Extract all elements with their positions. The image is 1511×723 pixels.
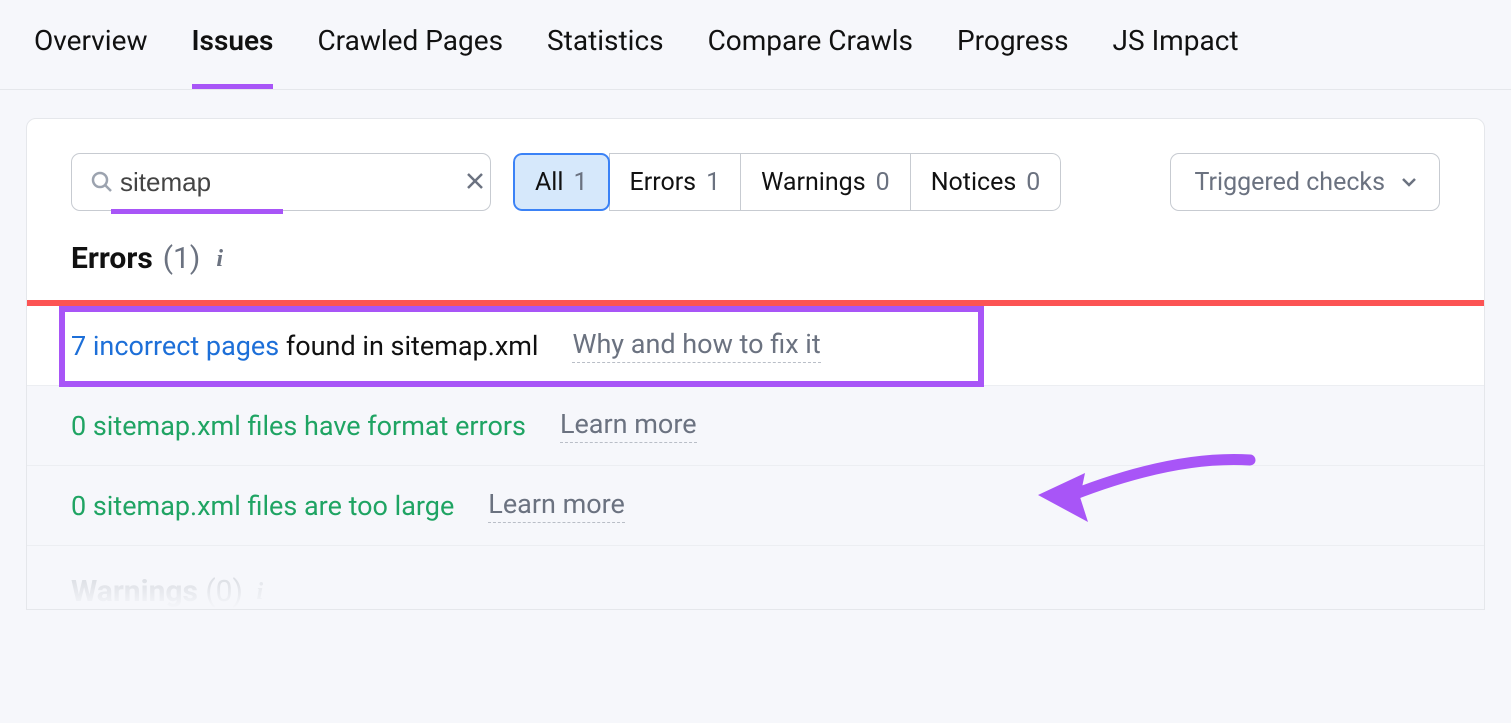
filter-notices-label: Notices bbox=[931, 168, 1017, 197]
issue-row-highlighted: 7 incorrect pages found in sitemap.xml W… bbox=[27, 306, 1484, 386]
filter-all[interactable]: All 1 bbox=[513, 153, 610, 211]
tab-crawled-pages[interactable]: Crawled Pages bbox=[317, 24, 503, 71]
tab-statistics[interactable]: Statistics bbox=[547, 24, 664, 71]
tab-issues[interactable]: Issues bbox=[192, 24, 274, 71]
search-input[interactable] bbox=[114, 167, 461, 198]
learn-more-link[interactable]: Learn more bbox=[560, 408, 697, 443]
clear-search-button[interactable] bbox=[461, 168, 489, 196]
section-title: Warnings bbox=[71, 574, 198, 609]
toolbar: All 1 Errors 1 Warnings 0 Notices 0 Trig… bbox=[27, 153, 1484, 241]
issue-text: 0 sitemap.xml files have format errors bbox=[71, 410, 526, 442]
section-title: Errors bbox=[71, 241, 153, 276]
issues-panel: All 1 Errors 1 Warnings 0 Notices 0 Trig… bbox=[26, 118, 1485, 610]
issue-link[interactable]: 7 incorrect pages bbox=[71, 330, 279, 362]
filter-errors-label: Errors bbox=[630, 168, 697, 197]
learn-more-link[interactable]: Learn more bbox=[488, 488, 625, 523]
info-icon[interactable]: i bbox=[216, 246, 223, 273]
page-bottom-fade bbox=[0, 673, 1511, 723]
tab-overview[interactable]: Overview bbox=[34, 24, 148, 71]
main-tabs: Overview Issues Crawled Pages Statistics… bbox=[0, 0, 1511, 90]
triggered-checks-dropdown[interactable]: Triggered checks bbox=[1170, 153, 1440, 211]
filter-notices-count: 0 bbox=[1026, 168, 1040, 197]
section-count: (1) bbox=[163, 241, 201, 276]
issue-row[interactable]: 7 incorrect pages found in sitemap.xml W… bbox=[27, 306, 1484, 386]
annotation-underline bbox=[111, 209, 283, 214]
tab-js-impact[interactable]: JS Impact bbox=[1113, 24, 1239, 71]
info-icon: i bbox=[256, 579, 263, 605]
tab-compare-crawls[interactable]: Compare Crawls bbox=[708, 24, 913, 71]
search-field-wrap bbox=[71, 153, 491, 211]
why-fix-link[interactable]: Why and how to fix it bbox=[572, 328, 820, 363]
search-icon bbox=[90, 170, 114, 194]
filter-warnings-count: 0 bbox=[876, 168, 890, 197]
issue-row[interactable]: 0 sitemap.xml files have format errors L… bbox=[27, 386, 1484, 466]
filter-warnings[interactable]: Warnings 0 bbox=[740, 153, 911, 211]
dropdown-label: Triggered checks bbox=[1195, 168, 1385, 197]
issue-text: 0 sitemap.xml files are too large bbox=[71, 490, 454, 522]
filter-all-count: 1 bbox=[573, 168, 587, 197]
close-icon bbox=[465, 171, 485, 191]
warnings-section-heading: Warnings (0) i bbox=[27, 546, 1484, 609]
filter-notices[interactable]: Notices 0 bbox=[910, 153, 1062, 211]
issue-text: 7 incorrect pages found in sitemap.xml bbox=[71, 330, 538, 362]
tab-progress[interactable]: Progress bbox=[957, 24, 1069, 71]
filter-warnings-label: Warnings bbox=[761, 168, 865, 197]
errors-section-heading: Errors (1) i bbox=[27, 241, 1484, 300]
issue-suffix: found in sitemap.xml bbox=[279, 330, 538, 362]
filter-errors[interactable]: Errors 1 bbox=[609, 153, 742, 211]
filter-all-label: All bbox=[535, 168, 563, 197]
filter-segmented: All 1 Errors 1 Warnings 0 Notices 0 bbox=[513, 153, 1061, 211]
issue-row[interactable]: 0 sitemap.xml files are too large Learn … bbox=[27, 466, 1484, 546]
section-count: (0) bbox=[205, 574, 243, 609]
chevron-down-icon bbox=[1399, 172, 1419, 192]
filter-errors-count: 1 bbox=[706, 168, 720, 197]
